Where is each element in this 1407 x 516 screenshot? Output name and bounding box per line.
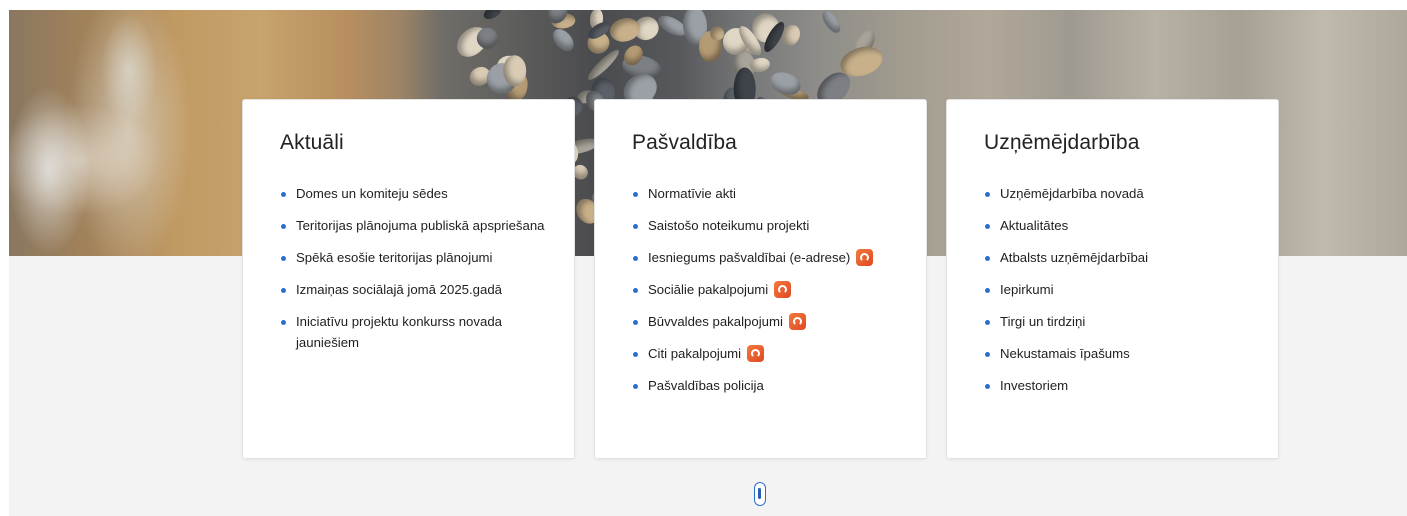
card-aktuali: Aktuāli Domes un komiteju sēdes Teritori… — [242, 99, 575, 459]
link-label: Iniciatīvu projektu konkurss novada jaun… — [296, 314, 502, 350]
card-title: Pašvaldība — [632, 131, 737, 154]
e-services-icon — [774, 281, 792, 299]
link-label: Iesniegums pašvaldībai (e-adrese) — [648, 250, 851, 265]
link-label: Uzņēmējdarbība novadā — [1000, 186, 1144, 201]
list-item[interactable]: Iniciatīvu projektu konkurss novada jaun… — [280, 311, 554, 353]
e-services-icon — [788, 313, 806, 331]
list-item[interactable]: Aktualitātes — [984, 215, 1258, 236]
carousel-indicator[interactable] — [754, 482, 766, 506]
list-item[interactable]: Citi pakalpojumi — [632, 343, 906, 364]
link-list: Uzņēmējdarbība novadā Aktualitātes Atbal… — [984, 183, 1258, 396]
link-label: Saistošo noteikumu projekti — [648, 218, 810, 233]
card-pasvaldiba: Pašvaldība Normatīvie akti Saistošo note… — [594, 99, 927, 459]
link-label: Iepirkumi — [1000, 282, 1054, 297]
link-label: Aktualitātes — [1000, 218, 1069, 233]
list-item[interactable]: Saistošo noteikumu projekti — [632, 215, 906, 236]
list-item[interactable]: Normatīvie akti — [632, 183, 906, 204]
link-label: Tirgi un tirdziņi — [1000, 314, 1086, 329]
list-item[interactable]: Teritorijas plānojuma publiskā apsprieša… — [280, 215, 554, 236]
list-item[interactable]: Uzņēmējdarbība novadā — [984, 183, 1258, 204]
list-item[interactable]: Iepirkumi — [984, 279, 1258, 300]
link-label: Būvvaldes pakalpojumi — [648, 314, 783, 329]
link-label: Domes un komiteju sēdes — [296, 186, 448, 201]
link-label: Normatīvie akti — [648, 186, 736, 201]
wave-foam — [9, 10, 189, 256]
list-item[interactable]: Pašvaldības policija — [632, 375, 906, 396]
list-item[interactable]: Spēkā esošie teritorijas plānojumi — [280, 247, 554, 268]
link-label: Izmaiņas sociālajā jomā 2025.gadā — [296, 282, 502, 297]
link-label: Nekustamais īpašums — [1000, 346, 1130, 361]
card-uznemejdarbiba: Uzņēmējdarbība Uzņēmējdarbība novadā Akt… — [946, 99, 1279, 459]
link-label: Spēkā esošie teritorijas plānojumi — [296, 250, 493, 265]
list-item[interactable]: Tirgi un tirdziņi — [984, 311, 1258, 332]
list-item[interactable]: Izmaiņas sociālajā jomā 2025.gadā — [280, 279, 554, 300]
card-title: Aktuāli — [280, 131, 344, 154]
e-services-icon — [747, 345, 765, 363]
card-title: Uzņēmējdarbība — [984, 131, 1140, 154]
list-item[interactable]: Iesniegums pašvaldībai (e-adrese) — [632, 247, 906, 268]
list-item[interactable]: Nekustamais īpašums — [984, 343, 1258, 364]
link-label: Investoriem — [1000, 378, 1069, 393]
stone-shape — [481, 10, 504, 22]
stone-shape — [819, 10, 844, 36]
list-item[interactable]: Domes un komiteju sēdes — [280, 183, 554, 204]
link-label: Atbalsts uzņēmējdarbībai — [1000, 250, 1149, 265]
link-list: Domes un komiteju sēdes Teritorijas plān… — [280, 183, 554, 353]
link-label: Teritorijas plānojuma publiskā apsprieša… — [296, 218, 545, 233]
e-services-icon — [856, 249, 874, 267]
link-list: Normatīvie akti Saistošo noteikumu proje… — [632, 183, 906, 396]
list-item[interactable]: Sociālie pakalpojumi — [632, 279, 906, 300]
link-label: Sociālie pakalpojumi — [648, 282, 769, 297]
list-item[interactable]: Atbalsts uzņēmējdarbībai — [984, 247, 1258, 268]
link-label: Citi pakalpojumi — [648, 346, 742, 361]
list-item[interactable]: Būvvaldes pakalpojumi — [632, 311, 906, 332]
list-item[interactable]: Investoriem — [984, 375, 1258, 396]
link-label: Pašvaldības policija — [648, 378, 764, 393]
stone-shape — [549, 25, 578, 55]
